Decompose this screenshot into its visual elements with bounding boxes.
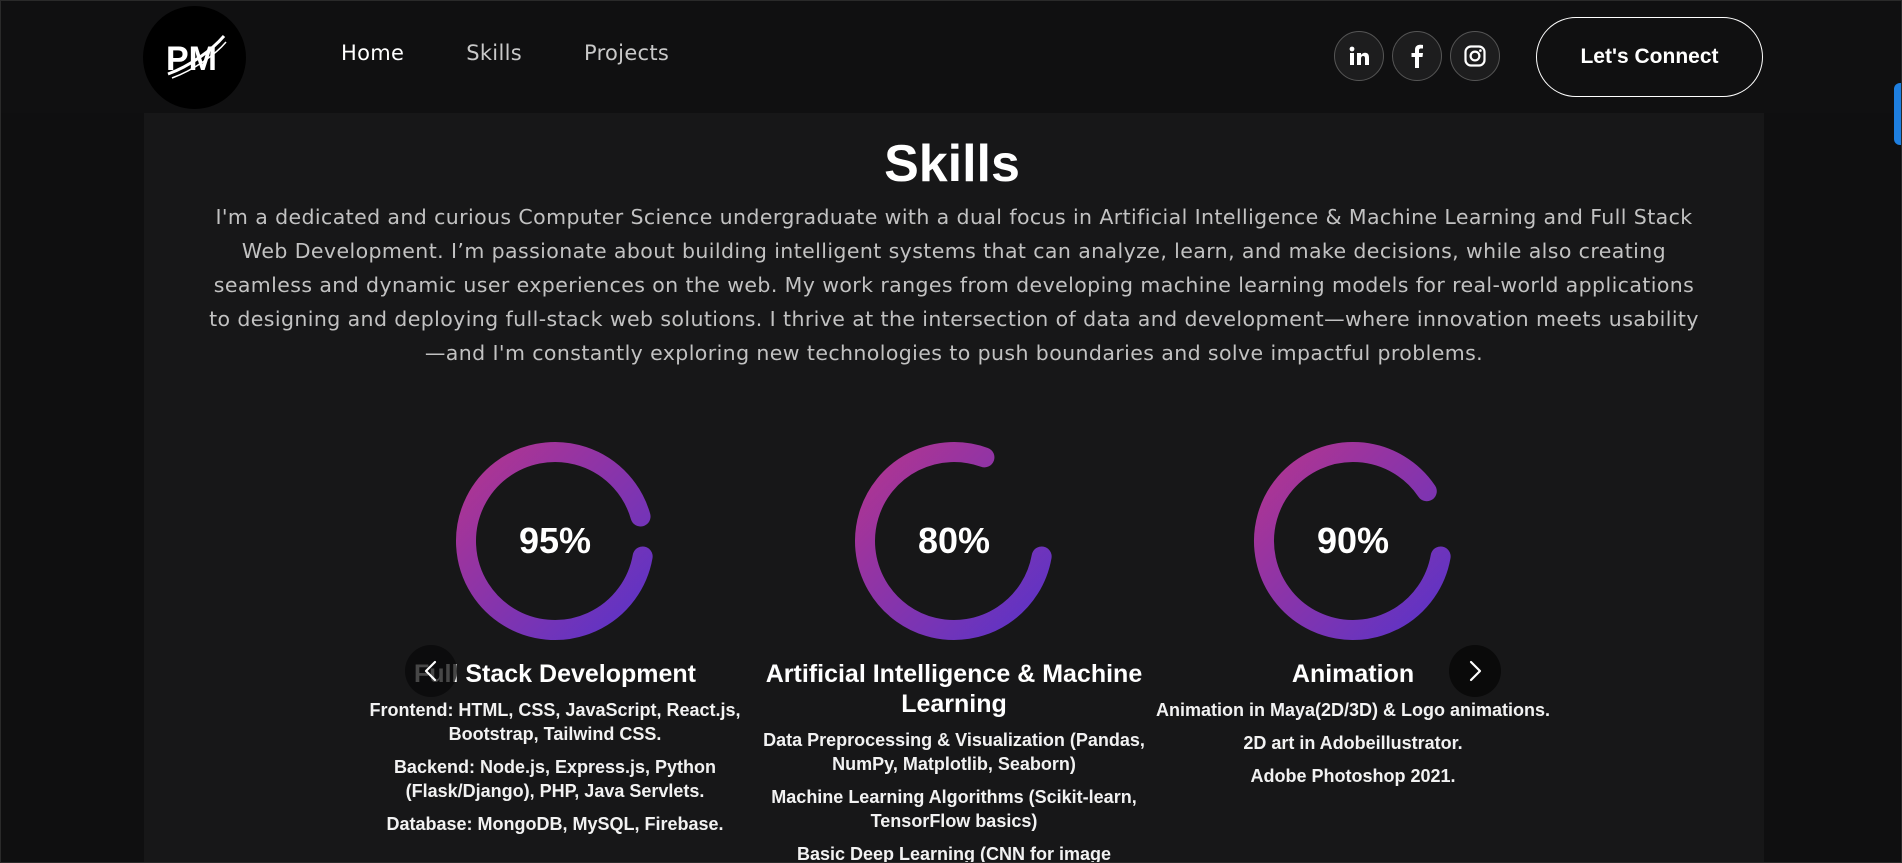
skills-title: Skills — [884, 134, 1020, 193]
progress-ring: 90% — [1253, 441, 1453, 641]
facebook-button[interactable] — [1392, 31, 1442, 81]
skill-card: 80% Artificial Intelligence & Machine Le… — [744, 441, 1164, 863]
skill-card: 95% Full Stack Development Frontend: HTM… — [345, 441, 765, 836]
skill-detail: Adobe Photoshop 2021. — [1250, 766, 1456, 786]
chevron-right-icon — [1469, 660, 1482, 682]
carousel-next-button[interactable] — [1449, 645, 1501, 697]
facebook-icon — [1411, 44, 1423, 68]
page-frame: Skills I'm a dedicated and curious Compu… — [0, 0, 1902, 863]
skill-detail: Backend: Node.js, Express.js, Python (Fl… — [393, 757, 717, 801]
nav-links: Home Skills Projects — [341, 41, 731, 65]
skill-card: 90% Animation Animation in Maya(2D/3D) &… — [1143, 441, 1563, 788]
skill-detail: Basic Deep Learning (CNN for image — [796, 844, 1112, 863]
linkedin-button[interactable] — [1334, 31, 1384, 81]
logo-mark: PM — [166, 34, 227, 79]
nav-link-home[interactable]: Home — [341, 41, 404, 65]
navbar: PM Home Skills Projects Let's Connect — [1, 1, 1901, 113]
skill-detail: Frontend: HTML, CSS, JavaScript, React.j… — [369, 700, 741, 744]
linkedin-icon — [1349, 46, 1369, 65]
progress-ring: 95% — [455, 441, 655, 641]
scroll-indicator[interactable] — [1894, 83, 1901, 145]
social-links — [1334, 31, 1500, 81]
skill-detail: Machine Learning Algorithms (Scikit-lear… — [771, 787, 1137, 831]
skills-intro: I'm a dedicated and curious Computer Sci… — [209, 204, 1699, 365]
skill-detail: Database: MongoDB, MySQL, Firebase. — [386, 814, 724, 834]
skill-detail: Data Preprocessing & Visualization (Pand… — [763, 730, 1145, 774]
lets-connect-button[interactable]: Let's Connect — [1536, 17, 1763, 97]
progress-percent: 95% — [518, 520, 592, 561]
logo[interactable]: PM — [143, 6, 246, 109]
progress-percent: 80% — [917, 520, 991, 561]
skill-detail: Animation in Maya(2D/3D) & Logo animatio… — [1155, 700, 1551, 720]
progress-percent: 90% — [1316, 520, 1390, 561]
skill-detail: 2D art in Adobeillustrator. — [1243, 733, 1463, 753]
chevron-left-icon — [424, 660, 437, 682]
nav-link-projects[interactable]: Projects — [584, 41, 669, 65]
instagram-button[interactable] — [1450, 31, 1500, 81]
carousel-prev-button[interactable] — [405, 645, 457, 697]
instagram-icon — [1464, 45, 1486, 67]
skill-title: Artificial Intelligence & Machine Learni… — [765, 660, 1143, 718]
progress-ring: 80% — [854, 441, 1054, 641]
nav-link-skills[interactable]: Skills — [466, 41, 522, 65]
